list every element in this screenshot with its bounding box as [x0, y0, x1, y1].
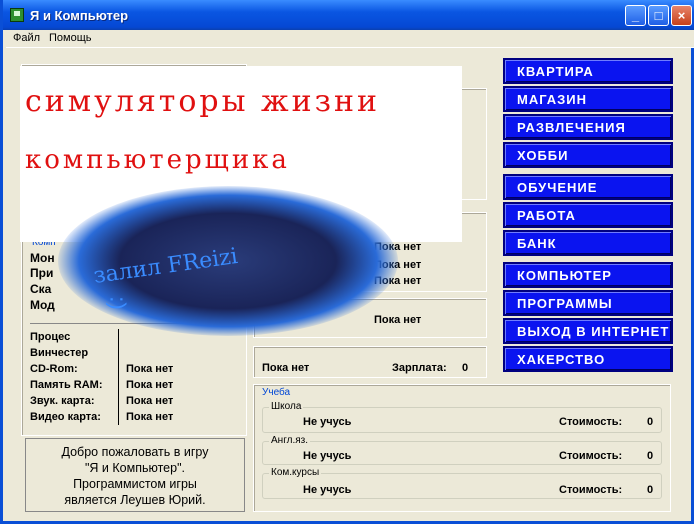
salary-label: Зарплата: — [392, 362, 447, 374]
app-window: Я и Компьютер _ □ × Файл Помощь Комп Мон… — [0, 0, 694, 524]
study-status: Не учусь — [303, 416, 352, 428]
welcome-line: является Леушев Юрий. — [64, 493, 206, 507]
study-panel: Учеба Школа Не учусь Стоимость: 0 Англ.я… — [253, 384, 671, 512]
menu-bar: Файл Помощь — [6, 30, 694, 48]
nav-button-shop[interactable]: МАГАЗИН — [503, 86, 673, 112]
component-label: Память RAM: — [30, 379, 103, 391]
component-value: Пока нет — [126, 395, 174, 407]
welcome-line: Добро пожаловать в игру — [61, 445, 209, 459]
component-label: Ска — [30, 282, 52, 296]
component-label: Мод — [30, 298, 55, 312]
salary-value: 0 — [462, 362, 469, 374]
study-row-english: Англ.яз. Не учусь Стоимость: 0 — [262, 435, 662, 465]
nav-button-computer[interactable]: КОМПЬЮТЕР — [503, 262, 673, 288]
component-label: CD-Rom: — [30, 363, 78, 375]
job-value: Пока нет — [262, 362, 310, 374]
nav-button-entertainment[interactable]: РАЗВЛЕЧЕНИЯ — [503, 114, 673, 140]
nav-button-apartment[interactable]: КВАРТИРА — [503, 58, 673, 84]
component-label: Процес — [30, 331, 71, 343]
close-button[interactable]: × — [671, 5, 692, 26]
overlay-title-line2: компьютерщика — [25, 145, 290, 175]
job-panel: Пока нет Зарплата: 0 — [253, 346, 487, 378]
nav-button-hobby[interactable]: ХОББИ — [503, 142, 673, 168]
study-row-name: Школа — [269, 401, 304, 412]
app-icon — [10, 8, 24, 22]
study-row-school: Школа Не учусь Стоимость: 0 — [262, 401, 662, 433]
study-title: Учеба — [262, 387, 291, 398]
title-bar[interactable]: Я и Компьютер _ □ × — [3, 0, 694, 30]
cost-label: Стоимость: — [559, 450, 623, 462]
study-row-name: Ком.курсы — [269, 467, 322, 478]
component-value: Пока нет — [126, 411, 174, 423]
component-label: Винчестер — [30, 347, 89, 359]
window-title: Я и Компьютер — [30, 8, 129, 23]
column-divider — [118, 329, 119, 425]
overlay-title-line1: симуляторы жизни — [25, 84, 380, 119]
nav-button-education[interactable]: ОБУЧЕНИЕ — [503, 174, 673, 200]
component-value: Пока нет — [126, 363, 174, 375]
cost-label: Стоимость: — [559, 416, 623, 428]
item-value: Пока нет — [374, 314, 422, 326]
nav-button-bank[interactable]: БАНК — [503, 230, 673, 256]
minimize-button[interactable]: _ — [625, 5, 646, 26]
study-status: Не учусь — [303, 450, 352, 462]
cost-value: 0 — [647, 416, 654, 428]
component-label: Видео карта: — [30, 411, 101, 423]
component-label: Звук. карта: — [30, 395, 95, 407]
component-label: При — [30, 266, 54, 280]
cost-label: Стоимость: — [559, 484, 623, 496]
nav-button-internet[interactable]: ВЫХОД В ИНТЕРНЕТ — [503, 318, 673, 344]
smiley-icon: :) — [105, 296, 131, 310]
nav-button-programs[interactable]: ПРОГРАММЫ — [503, 290, 673, 316]
nav-button-hacking[interactable]: ХАКЕРСТВО — [503, 346, 673, 372]
study-status: Не учусь — [303, 484, 352, 496]
study-row-courses: Ком.курсы Не учусь Стоимость: 0 — [262, 467, 662, 499]
menu-help[interactable]: Помощь — [49, 32, 92, 44]
welcome-box: Добро пожаловать в игру "Я и Компьютер".… — [25, 438, 245, 512]
study-row-name: Англ.яз. — [269, 435, 311, 446]
component-value: Пока нет — [126, 379, 174, 391]
maximize-button[interactable]: □ — [648, 5, 669, 26]
cost-value: 0 — [647, 484, 654, 496]
component-label: Мон — [30, 251, 55, 265]
welcome-line: Программистом игры — [73, 477, 197, 491]
welcome-line: "Я и Компьютер". — [85, 461, 185, 475]
cost-value: 0 — [647, 450, 654, 462]
menu-file[interactable]: Файл — [13, 32, 40, 44]
nav-button-work[interactable]: РАБОТА — [503, 202, 673, 228]
